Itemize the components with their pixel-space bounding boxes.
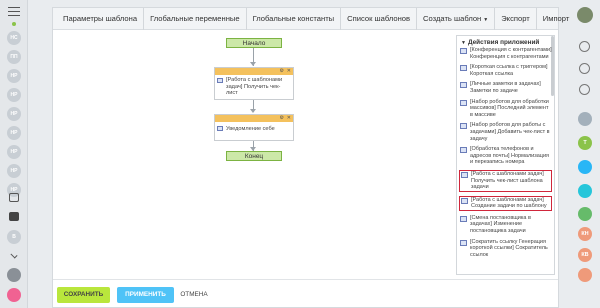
close-icon[interactable]: ✕ — [287, 68, 291, 75]
sidebar-chat-v[interactable]: В — [7, 230, 21, 244]
panel-title[interactable]: ▼ Действия приложений — [457, 36, 554, 47]
app-action-icon — [460, 65, 467, 72]
panel-action-label: [Работа с шаблонами задач] Получить чек-… — [471, 170, 544, 191]
action-title: [Работа с шаблонами задач] Получить чек-… — [226, 77, 283, 96]
start-node[interactable]: Начало — [226, 38, 282, 48]
panel-action-label: [Обработка телефонов и адресов почты] Но… — [470, 146, 550, 166]
expand-chevron-icon[interactable] — [10, 251, 18, 259]
sidebar-chat-ns[interactable]: НС — [7, 31, 21, 45]
panel-action-label: [Конференция с контрагентами] Конференци… — [470, 47, 552, 60]
right-rail-chat-2[interactable] — [578, 184, 592, 198]
panel-action-label: [Работа с шаблонами задач] Создание зада… — [471, 196, 547, 210]
tab-template-parameters[interactable]: Параметры шаблона — [57, 7, 145, 30]
action-body: Уведомление себе — [215, 122, 293, 135]
app-action-icon — [460, 99, 467, 106]
action-header: ⚙ ✕ — [215, 115, 293, 122]
sidebar-chat-nr[interactable]: НР — [7, 69, 21, 83]
right-rail-chat-3[interactable] — [578, 207, 592, 221]
right-sidebar: T КН КВ — [570, 0, 600, 308]
connector-arrow — [250, 62, 256, 66]
sidebar-chat-nr[interactable]: НР — [7, 145, 21, 159]
sidebar-chat-nr[interactable]: НР — [7, 88, 21, 102]
notifications-bell-icon[interactable] — [579, 41, 590, 52]
app-action-icon — [217, 78, 223, 83]
right-rail-chat-1[interactable] — [578, 160, 592, 174]
panel-action-item[interactable]: [Набор роботов для обработки массивов] П… — [459, 99, 552, 119]
collapse-triangle-icon: ▼ — [461, 40, 466, 46]
apply-button[interactable]: ПРИМЕНИТЬ — [117, 287, 174, 303]
save-button[interactable]: СОХРАНИТЬ — [57, 287, 110, 303]
sidebar-chat-nr[interactable]: НР — [7, 126, 21, 140]
sidebar-chat-nr[interactable]: НР — [7, 164, 21, 178]
panel-action-label: [Сократить ссылку Генерация короткой ссы… — [470, 238, 548, 258]
contact-avatar[interactable] — [578, 112, 592, 126]
right-rail-chat-5[interactable]: КВ — [578, 248, 592, 262]
panel-action-label: [Короткая ссылка с триггером] Короткая с… — [470, 64, 548, 77]
app-action-icon — [460, 239, 467, 246]
menu-icon[interactable] — [8, 7, 20, 16]
panel-action-label: [Набор роботов для работы с задачами] До… — [470, 122, 550, 142]
panel-action-item[interactable]: [Обработка телефонов и адресов почты] Но… — [459, 146, 552, 166]
app-action-icon — [461, 197, 468, 204]
image-icon[interactable] — [9, 193, 19, 202]
settings-icon[interactable]: ⚙ — [280, 68, 284, 75]
panel-action-label: [Личные заметки в задачах] Заметки по за… — [470, 81, 541, 94]
workflow-canvas[interactable]: Начало ⚙ ✕ [Работа с шаблонами задач] По… — [53, 31, 453, 276]
tab-create-template-label: Создать шаблон — [423, 13, 482, 23]
panel-action-item[interactable]: [Работа с шаблонами задач] Получить чек-… — [459, 169, 552, 192]
notification-icon — [217, 126, 223, 131]
cancel-button[interactable]: ОТМЕНА — [179, 287, 209, 303]
app-action-icon — [460, 147, 467, 154]
app-action-icon — [460, 82, 467, 89]
app-actions-panel[interactable]: ▼ Действия приложений [Конференция с конт… — [456, 35, 555, 275]
panel-action-item[interactable]: [Короткая ссылка с триггером] Короткая с… — [459, 64, 552, 77]
panel-action-item[interactable]: [Конференция с контрагентами] Конференци… — [459, 47, 552, 60]
business-process-designer: Параметры шаблона Глобальные переменные … — [52, 7, 569, 308]
settings-gear-icon[interactable] — [7, 268, 21, 282]
action-block-get-checklist[interactable]: ⚙ ✕ [Работа с шаблонами задач] Получить … — [214, 67, 294, 100]
panel-title-label: Действия приложений — [467, 39, 540, 46]
action-body: [Работа с шаблонами задач] Получить чек-… — [215, 75, 293, 99]
panel-action-item[interactable]: [Работа с шаблонами задач] Создание зада… — [459, 195, 552, 211]
connector-arrow — [250, 109, 256, 113]
app-action-icon — [461, 171, 468, 178]
left-sidebar: НС ПП НР НР НР НР НР НР НР В — [0, 0, 28, 308]
app-icon[interactable] — [7, 288, 21, 302]
online-dot-icon — [12, 22, 16, 26]
action-header: ⚙ ✕ — [215, 68, 293, 75]
right-rail-chat-0[interactable]: T — [578, 136, 592, 150]
right-rail-chat-4[interactable]: КН — [578, 227, 592, 241]
panel-action-item[interactable]: [Набор роботов для работы с задачами] До… — [459, 122, 552, 142]
action-title: Уведомление себе — [226, 126, 275, 132]
panel-action-label: [Набор роботов для обработки массивов] П… — [470, 98, 549, 118]
chat-icon[interactable] — [579, 84, 590, 95]
tab-global-variables[interactable]: Глобальные переменные — [144, 7, 247, 30]
tab-template-list[interactable]: Список шаблонов — [341, 7, 418, 30]
settings-icon[interactable]: ⚙ — [280, 115, 284, 122]
sidebar-chat-nr[interactable]: НР — [7, 107, 21, 121]
user-avatar[interactable] — [577, 7, 593, 23]
tab-export[interactable]: Экспорт — [495, 7, 537, 30]
close-icon[interactable]: ✕ — [287, 115, 291, 122]
toolbar-tabs: Параметры шаблона Глобальные переменные … — [53, 7, 569, 30]
search-icon[interactable] — [579, 63, 590, 74]
app-action-icon — [460, 48, 467, 54]
panel-action-item[interactable]: [Сократить ссылку Генерация короткой ссы… — [459, 239, 552, 259]
tab-create-template[interactable]: Создать шаблон ▼ — [417, 7, 496, 30]
panel-action-item[interactable]: [Смена постановщика в задачах] Изменение… — [459, 215, 552, 235]
panel-action-item[interactable]: [Личные заметки в задачах] Заметки по за… — [459, 81, 552, 94]
panel-action-label: [Смена постановщика в задачах] Изменение… — [470, 214, 531, 235]
right-rail-chat-6[interactable] — [578, 268, 592, 282]
tab-global-constants[interactable]: Глобальные константы — [247, 7, 342, 30]
end-node[interactable]: Конец — [226, 151, 282, 161]
bottom-bar: СОХРАНИТЬ ПРИМЕНИТЬ ОТМЕНА — [53, 279, 558, 307]
chevron-down-icon: ▼ — [483, 16, 489, 23]
action-block-notify-self[interactable]: ⚙ ✕ Уведомление себе — [214, 114, 294, 141]
app-action-icon — [460, 215, 467, 222]
app-action-icon — [460, 123, 467, 130]
sidebar-chat-pp[interactable]: ПП — [7, 50, 21, 64]
drive-icon[interactable] — [9, 212, 19, 221]
